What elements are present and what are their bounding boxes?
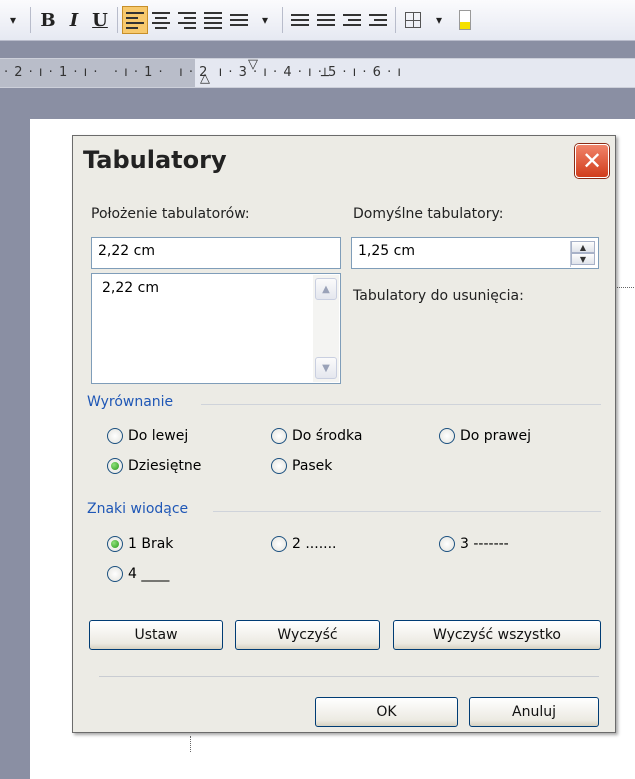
radio-circle: [439, 536, 455, 552]
toolbar-dropdown-icon[interactable]: ▾: [0, 6, 26, 34]
ok-button[interactable]: OK: [315, 697, 458, 727]
leaders-section-title: Znaki wiodące: [87, 501, 189, 517]
radio-circle: [271, 536, 287, 552]
increase-indent-button[interactable]: [365, 6, 391, 34]
radio-circle: [107, 428, 123, 444]
radio-label: 4 ____: [128, 566, 170, 582]
radio-circle-checked: [107, 458, 123, 474]
radio-circle: [107, 566, 123, 582]
justify-icon: [204, 11, 222, 29]
borders-icon: [405, 12, 421, 28]
decimal-tab-marker-icon[interactable]: ┴: [321, 69, 329, 84]
clear-button[interactable]: Wyczyść: [235, 620, 380, 650]
line-spacing-icon: [230, 14, 248, 26]
radio-align-right[interactable]: Do prawej: [439, 428, 531, 444]
first-line-indent-marker-icon[interactable]: ▽: [248, 57, 258, 72]
set-button[interactable]: Ustaw: [89, 620, 223, 650]
list-item[interactable]: 2,22 cm: [102, 280, 159, 296]
bullet-list-icon: [317, 14, 335, 26]
decrease-indent-icon: [343, 14, 361, 26]
spin-down-icon[interactable]: ▼: [571, 253, 595, 265]
borders-button[interactable]: [400, 6, 426, 34]
italic-button[interactable]: I: [61, 6, 87, 34]
align-right-button[interactable]: [174, 6, 200, 34]
radio-align-decimal[interactable]: Dziesiętne: [107, 458, 201, 474]
tabs-to-remove-label: Tabulatory do usunięcia:: [353, 288, 524, 304]
line-spacing-button[interactable]: [226, 6, 252, 34]
numbering-button[interactable]: [287, 6, 313, 34]
radio-leader-underline[interactable]: 4 ____: [107, 566, 169, 582]
default-tabs-value: 1,25 cm: [358, 243, 415, 259]
formatting-toolbar: ▾ B I U ▾ ▾: [0, 0, 635, 41]
radio-label: Do prawej: [460, 428, 531, 444]
radio-align-center[interactable]: Do środka: [271, 428, 362, 444]
highlight-button[interactable]: [452, 6, 478, 34]
toolbar-separator: [30, 7, 31, 33]
clear-all-button[interactable]: Wyczyść wszystko: [393, 620, 601, 650]
toolbar-separator: [395, 7, 396, 33]
radio-label: Dziesiętne: [128, 458, 202, 474]
bullets-button[interactable]: [313, 6, 339, 34]
divider: [99, 676, 599, 677]
default-tabs-label: Domyślne tabulatory:: [353, 206, 504, 222]
highlight-icon: [459, 10, 471, 30]
list-scrollbar[interactable]: ▲ ▼: [313, 275, 339, 382]
align-left-icon: [126, 11, 144, 29]
radio-label: 3 -------: [460, 536, 509, 552]
cancel-button[interactable]: Anuluj: [469, 697, 599, 727]
dialog-title: Tabulatory: [83, 146, 227, 174]
borders-dropdown-icon[interactable]: ▾: [426, 6, 452, 34]
line-spacing-dropdown-icon[interactable]: ▾: [252, 6, 278, 34]
radio-label: 1 Brak: [128, 536, 174, 552]
tabs-dialog: Tabulatory ✕ Położenie tabulatorów: 2,22…: [72, 135, 616, 733]
divider: [213, 511, 601, 512]
left-indent-marker-icon[interactable]: △: [200, 71, 210, 86]
numbered-list-icon: [291, 14, 309, 26]
default-tabs-spinner[interactable]: 1,25 cm ▲ ▼: [351, 237, 599, 269]
radio-align-left[interactable]: Do lewej: [107, 428, 188, 444]
align-left-button[interactable]: [122, 6, 148, 34]
radio-circle-checked: [107, 536, 123, 552]
radio-circle: [439, 428, 455, 444]
close-icon[interactable]: ✕: [575, 144, 609, 178]
horizontal-ruler[interactable]: · 2 · ı · 1 · ı · · ı · 1 · ı · 2 ı · 3 …: [0, 57, 635, 88]
spin-up-icon[interactable]: ▲: [571, 241, 595, 253]
align-right-icon: [178, 11, 196, 29]
text-boundary-mark: [190, 736, 191, 752]
radio-label: Pasek: [292, 458, 333, 474]
scroll-down-icon[interactable]: ▼: [315, 357, 337, 379]
tab-positions-list[interactable]: 2,22 cm ▲ ▼: [91, 273, 341, 384]
dialog-titlebar[interactable]: Tabulatory ✕: [73, 136, 615, 184]
radio-label: Do lewej: [128, 428, 189, 444]
radio-circle: [271, 428, 287, 444]
radio-leader-dashes[interactable]: 3 -------: [439, 536, 509, 552]
radio-label: 2 .......: [292, 536, 337, 552]
justify-button[interactable]: [200, 6, 226, 34]
positions-label: Położenie tabulatorów:: [91, 206, 250, 222]
increase-indent-icon: [369, 14, 387, 26]
underline-button[interactable]: U: [87, 6, 113, 34]
radio-leader-none[interactable]: 1 Brak: [107, 536, 173, 552]
radio-circle: [271, 458, 287, 474]
decrease-indent-button[interactable]: [339, 6, 365, 34]
toolbar-separator: [282, 7, 283, 33]
bold-button[interactable]: B: [35, 6, 61, 34]
scroll-up-icon[interactable]: ▲: [315, 278, 337, 300]
tab-leader-line: [614, 287, 634, 288]
radio-leader-dots[interactable]: 2 .......: [271, 536, 337, 552]
spinner-buttons[interactable]: ▲ ▼: [570, 241, 595, 267]
tab-position-input[interactable]: 2,22 cm: [91, 237, 341, 269]
divider: [201, 404, 601, 405]
alignment-section-title: Wyrównanie: [87, 394, 174, 410]
align-center-icon: [152, 11, 170, 29]
radio-label: Do środka: [292, 428, 363, 444]
radio-align-bar[interactable]: Pasek: [271, 458, 332, 474]
align-center-button[interactable]: [148, 6, 174, 34]
toolbar-separator: [117, 7, 118, 33]
